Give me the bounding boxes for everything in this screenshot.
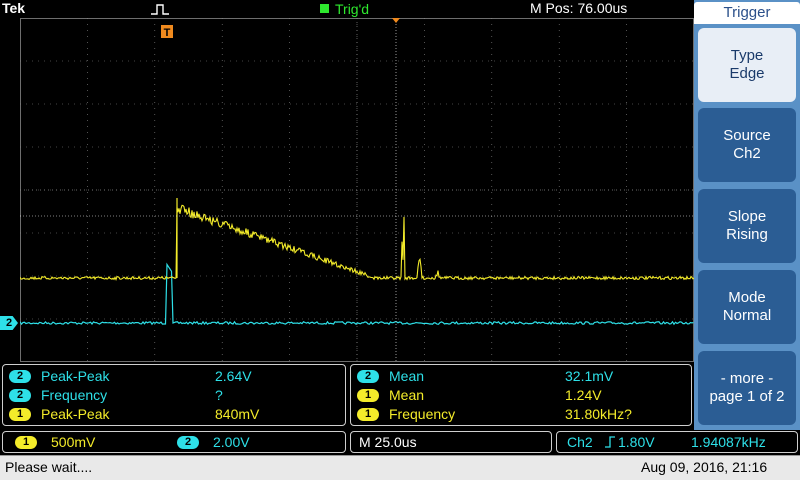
rising-edge-icon bbox=[605, 436, 615, 448]
brand-logo: Tek bbox=[2, 0, 26, 16]
trigger-pulse-icon bbox=[151, 4, 169, 15]
channel-badge: 1 bbox=[9, 407, 31, 421]
waveform-display: T bbox=[20, 18, 694, 362]
trigger-position-marker bbox=[392, 18, 400, 23]
menu-slope-button[interactable]: Slope Rising bbox=[698, 189, 796, 263]
measurement-label: Mean bbox=[389, 368, 425, 384]
ch1-scale: 500mV bbox=[51, 434, 96, 450]
trigger-state-icon bbox=[320, 4, 329, 13]
horizontal-position: M Pos: 76.00us bbox=[530, 0, 628, 16]
timebase-readout[interactable]: M 25.0us bbox=[350, 431, 552, 453]
measurement-label: Mean bbox=[389, 387, 425, 403]
trigger-readout[interactable]: Ch2 1.80V 1.94087kHz bbox=[556, 431, 798, 453]
measurement-row: 1 Frequency bbox=[357, 405, 455, 423]
channel-badge: 2 bbox=[9, 369, 31, 383]
trigger-source: Ch2 bbox=[567, 434, 593, 450]
ch2-scale: 2.00V bbox=[213, 434, 250, 450]
measurement-value: 2.64V bbox=[215, 368, 252, 384]
ch1-badge: 1 bbox=[15, 436, 37, 449]
menu-slope-value: Rising bbox=[726, 226, 768, 243]
measurement-label: Peak-Peak bbox=[41, 368, 110, 384]
menu-mode-label: Mode bbox=[728, 289, 766, 306]
menu-type-value: Edge bbox=[729, 65, 765, 82]
bottom-status-bar: Please wait.... Aug 09, 2016, 21:16 bbox=[0, 455, 800, 480]
measurement-row: 2 Frequency bbox=[9, 386, 107, 404]
trigger-level: 1.80V bbox=[618, 434, 655, 450]
menu-slope-label: Slope bbox=[727, 208, 767, 225]
measurement-value: 32.1mV bbox=[565, 368, 614, 384]
channel-badge: 2 bbox=[357, 369, 379, 383]
measurement-row: 1 Peak-Peak bbox=[9, 405, 109, 423]
channel-badge: 1 bbox=[357, 407, 379, 421]
menu-more-label: - more - bbox=[720, 370, 774, 387]
measurement-row: 2 Peak-Peak bbox=[9, 367, 109, 385]
measurement-value: 31.80kHz? bbox=[565, 406, 632, 422]
vertical-scale-readout[interactable]: 1 500mV 2 2.00V bbox=[2, 431, 346, 453]
top-status-bar: Tek Trig'd M Pos: 76.00us bbox=[0, 0, 694, 18]
ch2-ground-marker[interactable]: 2 bbox=[0, 316, 18, 330]
measurement-value: 1.24V bbox=[565, 387, 602, 403]
menu-title: Trigger bbox=[694, 2, 800, 24]
status-datetime: Aug 09, 2016, 21:16 bbox=[641, 459, 768, 475]
graticule-grid bbox=[20, 18, 694, 362]
channel-badge: 1 bbox=[357, 388, 379, 402]
trigger-menu: Trigger Type Edge Source Ch2 Slope Risin… bbox=[694, 0, 800, 430]
menu-source-label: Source bbox=[723, 127, 771, 144]
measurement-value: 840mV bbox=[215, 406, 260, 422]
menu-more-value: page 1 of 2 bbox=[709, 388, 785, 405]
trigger-state-label: Trig'd bbox=[335, 1, 370, 17]
menu-source-value: Ch2 bbox=[733, 145, 761, 162]
trigger-frequency: 1.94087kHz bbox=[691, 434, 766, 450]
menu-type-button[interactable]: Type Edge bbox=[698, 28, 796, 102]
measurement-label: Frequency bbox=[389, 406, 456, 422]
trigger-state: Trig'd bbox=[320, 1, 369, 17]
trigger-point-icon: T bbox=[164, 27, 171, 39]
channel-badge: 2 bbox=[9, 388, 31, 402]
measurement-value: ? bbox=[215, 387, 223, 403]
measurement-row: 1 Mean bbox=[357, 386, 424, 404]
menu-source-button[interactable]: Source Ch2 bbox=[698, 108, 796, 182]
measurement-row: 2 Mean bbox=[357, 367, 424, 385]
timebase-value: M 25.0us bbox=[359, 434, 417, 450]
menu-type-label: Type bbox=[730, 47, 764, 64]
menu-mode-value: Normal bbox=[722, 307, 772, 324]
measurements-left-panel[interactable]: 2 Peak-Peak 2.64V 2 Frequency ? 1 Peak-P… bbox=[2, 364, 346, 426]
menu-more-button[interactable]: - more - page 1 of 2 bbox=[698, 351, 796, 425]
ch2-badge: 2 bbox=[177, 436, 199, 449]
measurement-label: Peak-Peak bbox=[41, 406, 110, 422]
measurement-label: Frequency bbox=[41, 387, 108, 403]
status-message: Please wait.... bbox=[5, 459, 93, 475]
menu-mode-button[interactable]: Mode Normal bbox=[698, 270, 796, 344]
measurements-right-panel[interactable]: 2 Mean 32.1mV 1 Mean 1.24V 1 Frequency 3… bbox=[350, 364, 692, 426]
